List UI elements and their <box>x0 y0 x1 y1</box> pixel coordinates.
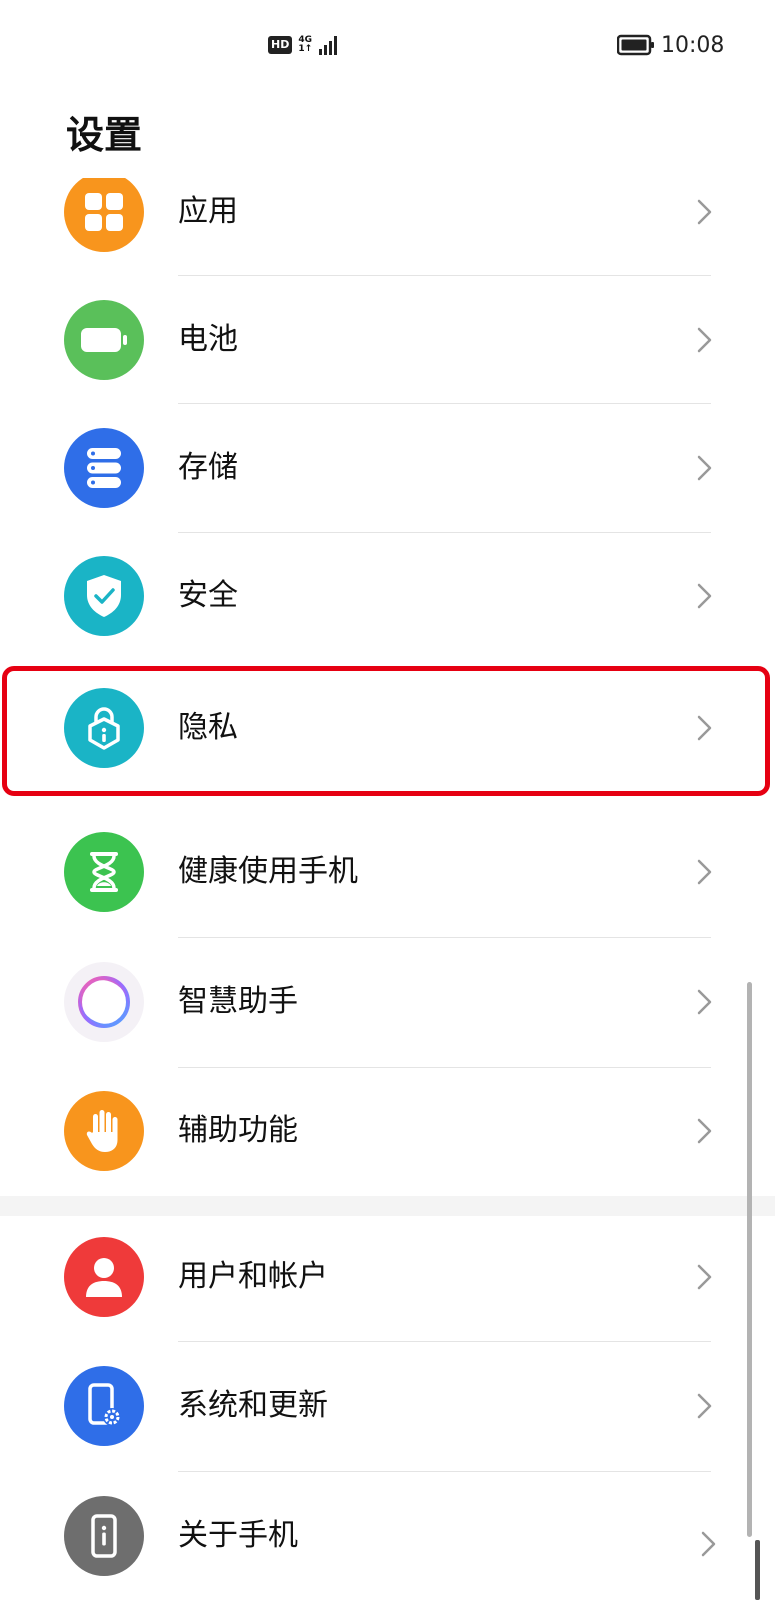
chevron-right-icon <box>697 1118 712 1144</box>
settings-item-users-accounts[interactable]: 用户和帐户 <box>0 1213 775 1341</box>
settings-item-label: 系统和更新 <box>178 1388 328 1423</box>
settings-item-apps[interactable]: 应用 <box>0 178 775 276</box>
hourglass-icon <box>64 832 144 912</box>
signal-bars-icon <box>319 36 338 55</box>
clock: 10:08 <box>661 32 725 58</box>
settings-item-system-update[interactable]: 系统和更新 <box>0 1342 775 1470</box>
settings-item-label: 健康使用手机 <box>178 854 358 889</box>
settings-item-label: 用户和帐户 <box>178 1259 328 1294</box>
storage-icon <box>64 428 144 508</box>
battery-icon <box>64 300 144 380</box>
phone-gear-icon <box>64 1366 144 1446</box>
apps-grid-icon <box>64 178 144 252</box>
status-bar: HD 4G 1↑ 10:08 <box>0 0 775 90</box>
settings-item-accessibility[interactable]: 辅助功能 <box>0 1067 775 1195</box>
chevron-right-icon <box>697 455 712 481</box>
system-status: 10:08 <box>617 32 724 58</box>
chevron-right-icon <box>697 327 712 353</box>
settings-item-label: 电池 <box>178 322 238 357</box>
assistant-ring-icon <box>64 962 144 1042</box>
settings-item-digital-balance[interactable]: 健康使用手机 <box>0 808 775 936</box>
page-title: 设置 <box>66 113 143 157</box>
settings-item-smart-assistant[interactable]: 智慧助手 <box>0 938 775 1066</box>
network-type: 4G 1↑ <box>298 36 312 54</box>
privacy-highlight-box <box>2 666 770 796</box>
settings-item-label: 安全 <box>178 578 238 613</box>
chevron-right-icon <box>697 859 712 885</box>
settings-item-label: 存储 <box>178 450 238 485</box>
battery-icon <box>617 34 654 56</box>
chevron-right-icon <box>697 989 712 1015</box>
settings-item-label: 智慧助手 <box>178 984 298 1019</box>
settings-item-label: 辅助功能 <box>178 1113 298 1148</box>
hd-badge: HD <box>268 36 293 54</box>
shield-check-icon <box>64 556 144 636</box>
settings-item-label: 应用 <box>178 194 238 229</box>
network-type-bottom: 1↑ <box>298 44 313 54</box>
settings-item-storage[interactable]: 存储 <box>0 404 775 532</box>
settings-item-security[interactable]: 安全 <box>0 532 775 660</box>
chevron-right-icon <box>701 1531 716 1557</box>
settings-list[interactable]: 应用 电池 存储 安全 隐私 健康使用手机 智慧助手 辅助功能 用户和帐户 系统… <box>0 178 775 1600</box>
settings-item-label: 关于手机 <box>178 1518 298 1553</box>
user-icon <box>64 1237 144 1317</box>
network-status: HD 4G 1↑ <box>268 33 340 57</box>
scrollbar[interactable] <box>747 982 752 1537</box>
settings-item-about-phone[interactable]: 关于手机 <box>0 1472 775 1600</box>
phone-info-icon <box>64 1496 144 1576</box>
chevron-right-icon <box>697 1264 712 1290</box>
settings-item-battery[interactable]: 电池 <box>0 276 775 404</box>
chevron-right-icon <box>697 1393 712 1419</box>
hand-icon <box>64 1091 144 1171</box>
chevron-right-icon <box>697 583 712 609</box>
scrollbar-end-marker <box>755 1540 760 1600</box>
chevron-right-icon <box>697 199 712 225</box>
